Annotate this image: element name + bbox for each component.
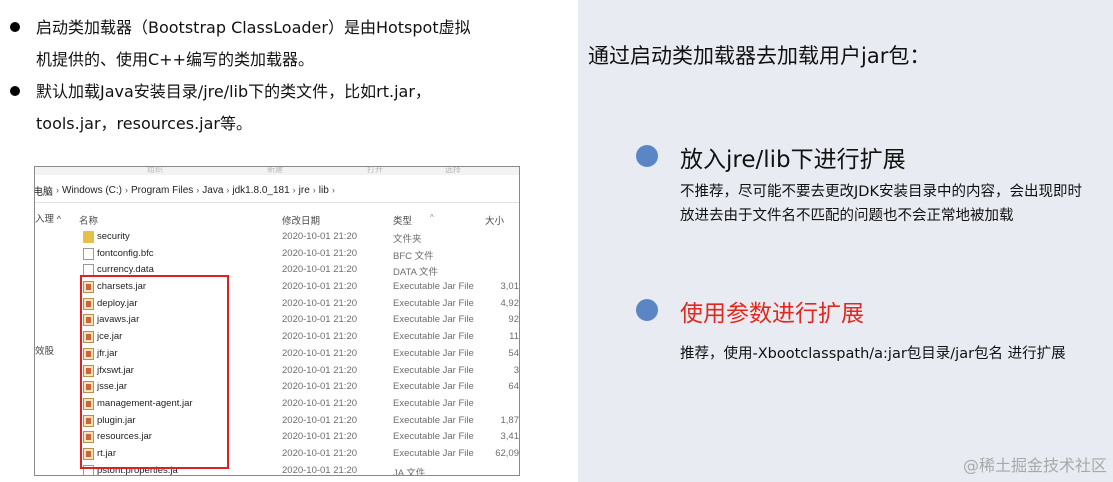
file-size: 92 [508, 314, 519, 326]
file-type: Executable Jar File [393, 347, 474, 359]
file-icon [83, 247, 94, 260]
file-date: 2020-10-01 21:20 [282, 231, 358, 242]
ribbon-label[interactable]: 新建 [267, 167, 283, 175]
file-date: 2020-10-01 21:20 [282, 281, 358, 293]
bullet-dot-icon [636, 299, 658, 321]
bullet-line: tools.jar，resources.jar等。 [36, 114, 253, 133]
file-type: JA 文件 [393, 467, 426, 476]
file-date: 2020-10-01 21:20 [282, 414, 358, 426]
file-type: 文件夹 [393, 234, 422, 245]
file-type: Executable Jar File [393, 414, 474, 426]
file-date: 2020-10-01 21:20 [282, 247, 358, 259]
file-date: 2020-10-01 21:20 [282, 431, 358, 443]
bullet-line: 启动类加载器（Bootstrap ClassLoader）是由Hotspot虚拟 [36, 18, 471, 37]
breadcrumb-item[interactable]: lib [319, 185, 329, 196]
column-header-date[interactable]: 修改日期 [282, 213, 320, 227]
option-description: 不推荐，尽可能不要去更改JDK安装目录中的内容，会出现即时放进去由于文件名不匹配… [680, 184, 1082, 224]
file-name: currency.data [97, 264, 154, 276]
watermark: @稀土掘金技术社区 [962, 456, 1107, 475]
breadcrumb-item[interactable]: jre [299, 185, 310, 196]
file-date: 2020-10-01 21:20 [282, 331, 358, 343]
file-explorer-window: 组织 新建 打开 选择 电脑 › Windows (C:) › Program … [34, 166, 520, 476]
file-type: DATA 文件 [393, 267, 439, 279]
chevron-right-icon: › [226, 185, 230, 195]
column-header-name[interactable]: 名称 [79, 213, 98, 227]
right-panel: 通过启动类加载器去加载用户jar包： 放入jre/lib下进行扩展 不推荐，尽可… [578, 0, 1113, 482]
sort-caret-icon: ^ [430, 213, 434, 222]
file-type: Executable Jar File [393, 447, 474, 459]
file-date: 2020-10-01 21:20 [282, 297, 358, 309]
bullet-bootstrap-loader: 启动类加载器（Bootstrap ClassLoader）是由Hotspot虚拟… [8, 12, 568, 76]
intro-bullet-list: 启动类加载器（Bootstrap ClassLoader）是由Hotspot虚拟… [8, 12, 568, 140]
file-size: 3 [513, 364, 519, 376]
chevron-right-icon: › [125, 185, 129, 195]
file-name: fontconfig.bfc [97, 247, 154, 259]
file-row[interactable]: security 2020-10-01 21:20 文件夹 [35, 229, 519, 246]
option-description: 推荐，使用-Xbootclasspath/a:jar包目录/jar包名 进行扩展 [680, 346, 1066, 362]
folder-icon [83, 231, 94, 243]
file-size: 1,87 [500, 414, 520, 426]
file-date: 2020-10-01 21:20 [282, 381, 358, 393]
address-bar[interactable]: 电脑 › Windows (C:) › Program Files › Java… [35, 178, 519, 203]
file-type: BFC 文件 [393, 250, 434, 262]
bullet-default-load: 默认加载Java安装目录/jre/lib下的类文件，比如rt.jar， tool… [8, 76, 568, 140]
file-type: Executable Jar File [393, 331, 474, 343]
file-type: Executable Jar File [393, 381, 474, 393]
column-header-type[interactable]: 类型 [393, 213, 412, 227]
column-header-size[interactable]: 大小 [485, 213, 504, 227]
file-type: Executable Jar File [393, 297, 474, 309]
breadcrumb-item[interactable]: Program Files [131, 185, 193, 196]
breadcrumb-item[interactable]: Windows (C:) [62, 185, 122, 196]
file-type: Executable Jar File [393, 431, 474, 443]
file-type: Executable Jar File [393, 397, 474, 409]
ribbon-label[interactable]: 选择 [445, 167, 461, 175]
chevron-right-icon: › [292, 185, 296, 195]
file-type: Executable Jar File [393, 364, 474, 376]
option-heading: 放入jre/lib下进行扩展 [680, 147, 906, 173]
file-date: 2020-10-01 21:20 [282, 397, 358, 409]
column-header-row: 名称 修改日期 类型 ^ 大小 [35, 209, 519, 229]
chevron-right-icon: › [312, 185, 316, 195]
ribbon-label[interactable]: 打开 [367, 167, 383, 175]
file-size: 4,92 [500, 297, 520, 309]
ribbon-label[interactable]: 组织 [147, 167, 163, 175]
bullet-dot-icon [10, 22, 20, 32]
file-date: 2020-10-01 21:20 [282, 464, 358, 476]
file-size: 54 [508, 347, 519, 359]
file-size: 64 [508, 381, 519, 393]
bullet-dot-icon [636, 145, 658, 167]
jar-files-highlight-box [80, 275, 229, 469]
file-row[interactable]: fontconfig.bfc 2020-10-01 21:20 BFC 文件 [35, 246, 519, 263]
chevron-right-icon: › [56, 185, 59, 195]
file-size: 3,01 [500, 281, 520, 293]
file-size: 11 [509, 331, 519, 343]
breadcrumb-item[interactable]: jdk1.8.0_181 [232, 185, 289, 196]
file-date: 2020-10-01 21:20 [282, 364, 358, 376]
bullet-line: 机提供的、使用C++编写的类加载器。 [36, 50, 314, 69]
file-size: 3,41 [500, 431, 520, 443]
file-type: Executable Jar File [393, 314, 474, 326]
file-date: 2020-10-01 21:20 [282, 314, 358, 326]
bullet-line: 默认加载Java安装目录/jre/lib下的类文件，比如rt.jar， [36, 82, 431, 101]
file-date: 2020-10-01 21:20 [282, 447, 358, 459]
file-date: 2020-10-01 21:20 [282, 264, 358, 276]
file-type: Executable Jar File [393, 281, 474, 293]
chevron-right-icon: › [331, 185, 335, 195]
file-date: 2020-10-01 21:20 [282, 347, 358, 359]
file-name: security [97, 231, 130, 242]
option-heading: 使用参数进行扩展 [680, 301, 864, 327]
bullet-dot-icon [10, 86, 20, 96]
ribbon-strip: 组织 新建 打开 选择 [35, 167, 519, 175]
panel-title: 通过启动类加载器去加载用户jar包： [588, 44, 931, 68]
file-size: 62,09 [495, 447, 519, 459]
chevron-right-icon: › [196, 185, 200, 195]
breadcrumb-item[interactable]: Java [202, 185, 223, 196]
breadcrumb-root[interactable]: 电脑 [35, 183, 53, 198]
